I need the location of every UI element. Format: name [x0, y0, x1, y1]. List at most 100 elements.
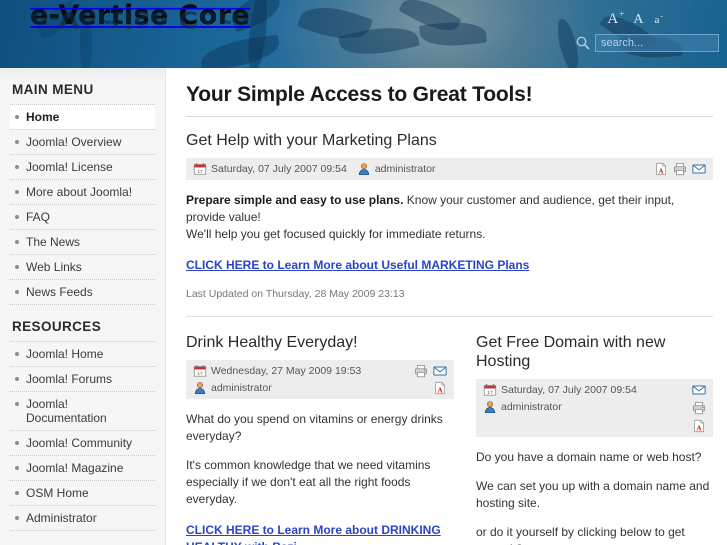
sidebar-link-web-links[interactable]: Web Links [10, 255, 155, 279]
svg-text:17: 17 [487, 390, 493, 396]
increase-font-button[interactable]: A+ [607, 9, 625, 27]
article-date-drink: 17 Wednesday, 27 May 2009 19:53 [193, 364, 361, 378]
pdf-icon[interactable]: A [433, 381, 447, 395]
article-date-text-domain: Saturday, 07 July 2007 09:54 [501, 384, 637, 396]
sidebar-item-news-feeds[interactable]: News Feeds [10, 280, 155, 305]
sidebar-item-joomla-overview[interactable]: Joomla! Overview [10, 130, 155, 155]
svg-text:A: A [437, 386, 442, 394]
print-icon[interactable] [692, 401, 706, 415]
foliage-decoration [297, 0, 373, 49]
article-date-text-drink: Wednesday, 27 May 2009 19:53 [211, 365, 362, 377]
svg-text:17: 17 [197, 169, 203, 175]
foliage-decoration [338, 20, 420, 62]
sidebar-item-joomla-magazine[interactable]: Joomla! Magazine [10, 456, 155, 481]
sidebar-link-joomla-magazine[interactable]: Joomla! Magazine [10, 456, 155, 480]
article-meta-bar-domain: 17 Saturday, 07 July 2007 09:54 administ… [476, 379, 713, 437]
sidebar-link-joomla-home[interactable]: Joomla! Home [10, 342, 155, 366]
site-logo[interactable]: e-Vertise Core e-Vertise Core [30, 2, 250, 57]
sidebar-item-home[interactable]: Home [10, 105, 155, 130]
title-divider [186, 116, 713, 117]
calendar-icon: 17 [193, 163, 207, 175]
icon-row-top [414, 364, 447, 378]
article-action-icons-drink: A [414, 364, 447, 395]
article-author-text-domain: administrator [501, 401, 562, 413]
sidebar-item-faq[interactable]: FAQ [10, 205, 155, 230]
article-columns: Drink Healthy Everyday! 17 Wednesday, 27… [186, 333, 713, 545]
sidebar-link-administrator[interactable]: Administrator [10, 506, 155, 530]
decrease-font-button[interactable]: a- [654, 11, 664, 26]
sidebar-link-more-about-joomla[interactable]: More about Joomla! [10, 180, 155, 204]
article-paragraph-1: Prepare simple and easy to use plans. Kn… [186, 192, 713, 243]
sidebar-item-joomla-license[interactable]: Joomla! License [10, 155, 155, 180]
reset-font-button[interactable]: A [633, 12, 644, 27]
search-box [575, 34, 719, 52]
article-author-domain: administrator [483, 400, 637, 414]
sidebar-item-the-news[interactable]: The News [10, 230, 155, 255]
module-resources: RESOURCES Joomla! Home Joomla! Forums Jo… [0, 305, 165, 545]
search-icon[interactable] [575, 35, 591, 51]
foliage-decoration [398, 0, 462, 39]
sidebar-item-administrator[interactable]: Administrator [10, 506, 155, 531]
page-title: Your Simple Access to Great Tools! [186, 83, 533, 106]
sidebar-link-osm-home[interactable]: OSM Home [10, 481, 155, 505]
main-menu-title: MAIN MENU [12, 82, 94, 97]
read-more-drink-healthy[interactable]: CLICK HERE to Learn More about DRINKING … [186, 522, 454, 545]
article-title-drink-healthy: Drink Healthy Everyday! [186, 334, 358, 351]
module-main-menu: MAIN MENU Home Joomla! Overview Joomla! … [0, 68, 165, 305]
svg-text:A: A [658, 167, 663, 175]
print-icon[interactable] [414, 364, 428, 378]
main-content: Your Simple Access to Great Tools! Get H… [166, 68, 727, 545]
article-action-icons: A [654, 162, 706, 176]
read-more-marketing[interactable]: CLICK HERE to Learn More about Useful MA… [186, 257, 529, 274]
svg-text:17: 17 [197, 371, 203, 377]
sidebar-item-web-links[interactable]: Web Links [10, 255, 155, 280]
article-date: 17 Saturday, 07 July 2007 09:54 [193, 162, 347, 176]
domain-paragraph-1: Do you have a domain name or web host? [476, 450, 702, 464]
pdf-icon[interactable]: A [654, 162, 668, 176]
sidebar-link-joomla-overview[interactable]: Joomla! Overview [10, 130, 155, 154]
resources-list: Joomla! Home Joomla! Forums Joomla! Docu… [10, 341, 155, 531]
section-divider [186, 316, 713, 317]
article-meta-left-drink: 17 Wednesday, 27 May 2009 19:53 administ… [193, 364, 361, 395]
user-icon [484, 401, 496, 414]
article-author-text: administrator [374, 163, 436, 175]
calendar-icon: 17 [483, 384, 497, 396]
domain-paragraph-3: or do it yourself by clicking below to g… [476, 525, 685, 545]
email-icon[interactable] [433, 364, 447, 378]
article-title-marketing: Get Help with your Marketing Plans [186, 132, 437, 149]
article-meta-bar-drink: 17 Wednesday, 27 May 2009 19:53 administ… [186, 360, 454, 399]
sidebar-link-joomla-forums[interactable]: Joomla! Forums [10, 367, 155, 391]
article-action-icons-domain: A [692, 383, 706, 433]
article-author-drink: administrator [193, 381, 361, 395]
sidebar-item-osm-home[interactable]: OSM Home [10, 481, 155, 506]
pdf-icon[interactable]: A [692, 419, 706, 433]
sidebar-item-joomla-home[interactable]: Joomla! Home [10, 342, 155, 367]
sidebar-link-joomla-documentation[interactable]: Joomla! Documentation [10, 392, 155, 430]
sidebar-link-the-news[interactable]: The News [10, 230, 155, 254]
article-meta-left: 17 Saturday, 07 July 2007 09:54 administ… [193, 162, 446, 176]
sidebar-item-joomla-forums[interactable]: Joomla! Forums [10, 367, 155, 392]
sidebar-link-home[interactable]: Home [10, 105, 155, 129]
sidebar-item-more-about-joomla[interactable]: More about Joomla! [10, 180, 155, 205]
article-date-text: Saturday, 07 July 2007 09:54 [211, 163, 347, 175]
article-column-left: Drink Healthy Everyday! 17 Wednesday, 27… [186, 333, 454, 545]
article-author: administrator [357, 162, 436, 176]
article-author-text-drink: administrator [211, 382, 272, 394]
article-title-free-domain: Get Free Domain with new Hosting [476, 334, 666, 370]
calendar-icon: 17 [193, 365, 207, 377]
print-icon[interactable] [673, 162, 687, 176]
sidebar-link-joomla-license[interactable]: Joomla! License [10, 155, 155, 179]
drink-paragraph-2: It's common knowledge that we need vitam… [186, 458, 431, 506]
sidebar-link-joomla-community[interactable]: Joomla! Community [10, 431, 155, 455]
article-paragraph-1-bold: Prepare simple and easy to use plans. [186, 193, 404, 207]
sidebar-link-news-feeds[interactable]: News Feeds [10, 280, 155, 304]
article-lead: Get Help with your Marketing Plans 17 Sa… [186, 131, 713, 300]
sidebar-link-faq[interactable]: FAQ [10, 205, 155, 229]
search-input[interactable] [595, 34, 719, 52]
email-icon[interactable] [692, 162, 706, 176]
sidebar-item-joomla-documentation[interactable]: Joomla! Documentation [10, 392, 155, 431]
email-icon[interactable] [692, 383, 706, 397]
body-wrapper: MAIN MENU Home Joomla! Overview Joomla! … [0, 68, 727, 545]
sidebar-item-joomla-community[interactable]: Joomla! Community [10, 431, 155, 456]
domain-paragraph-2: We can set you up with a domain name and… [476, 479, 710, 510]
